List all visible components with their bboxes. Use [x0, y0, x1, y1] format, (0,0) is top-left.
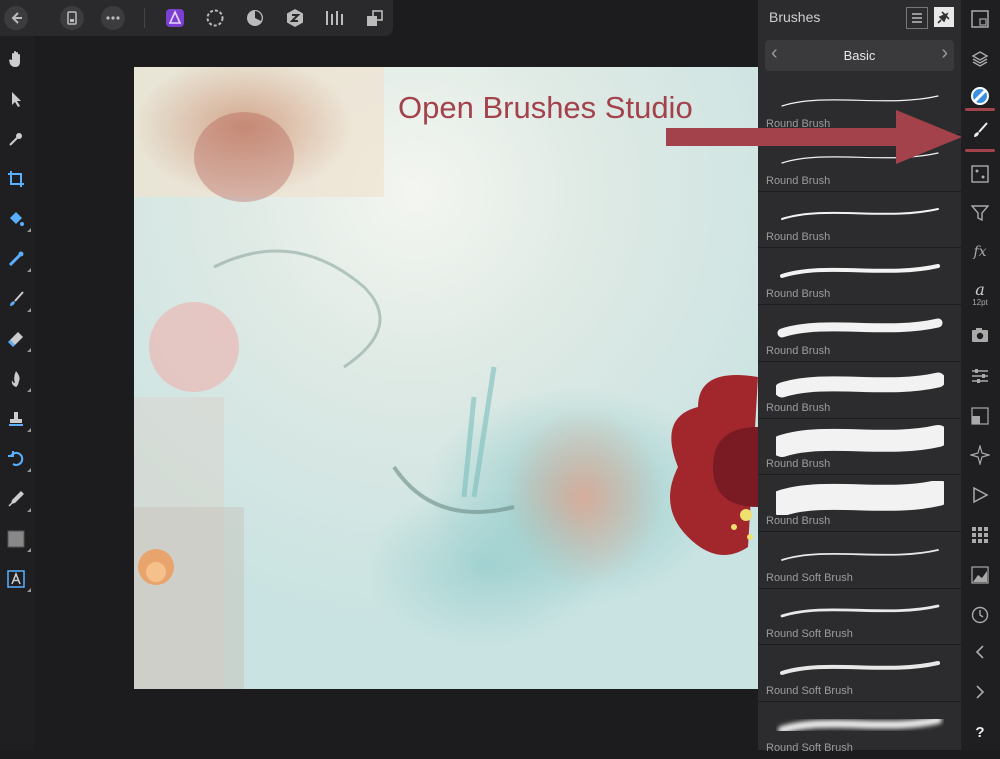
brush-name: Round Soft Brush: [766, 571, 853, 584]
brush-stroke-preview: [780, 604, 940, 618]
brush-item[interactable]: Round Brush: [758, 191, 961, 249]
transform-icon[interactable]: [968, 404, 992, 428]
pen-icon[interactable]: [4, 487, 31, 512]
brush-stroke-preview: [780, 661, 940, 675]
pin-icon[interactable]: [934, 7, 954, 27]
collapse-left-icon[interactable]: [968, 640, 992, 664]
stock-icon[interactable]: [968, 323, 992, 347]
clone-stamp-icon[interactable]: [4, 407, 31, 432]
brush-name: Round Brush: [766, 174, 831, 187]
export-persona-icon[interactable]: [323, 6, 347, 30]
brush-stroke-preview: [776, 372, 944, 397]
document-canvas[interactable]: [134, 67, 758, 689]
crop-icon[interactable]: [4, 167, 28, 191]
character-icon[interactable]: a 12pt: [968, 277, 992, 311]
brush-stroke-preview: [778, 715, 942, 734]
brushes-title: Brushes: [769, 9, 821, 25]
font-size-label: 12pt: [972, 297, 988, 307]
brush-item[interactable]: Round Brush: [758, 305, 961, 362]
brush-item[interactable]: Round Soft Brush: [758, 532, 961, 589]
brush-item[interactable]: Round Soft Brush: [758, 702, 961, 759]
collapse-right-icon[interactable]: [968, 680, 992, 704]
annotation-arrow: [666, 110, 962, 164]
snapping-icon[interactable]: [968, 443, 992, 467]
layers-icon[interactable]: [968, 47, 992, 71]
brush-stroke-preview: [781, 208, 939, 221]
brush-item[interactable]: Round Soft Brush: [758, 645, 961, 702]
adjustments-icon[interactable]: [968, 201, 992, 225]
brush-item[interactable]: Round Soft Brush: [758, 588, 961, 646]
effects-icon[interactable]: fx: [968, 240, 992, 264]
color-icon[interactable]: [968, 84, 992, 108]
rectangle-icon[interactable]: [4, 527, 31, 552]
more-icon[interactable]: [101, 6, 125, 30]
highlight-line-bottom: [965, 149, 995, 152]
help-icon[interactable]: ?: [968, 720, 992, 744]
brush-name: Round Soft Brush: [766, 741, 853, 754]
document-icon[interactable]: [60, 6, 84, 30]
top-toolbar: [0, 0, 393, 36]
annotation-label: Open Brushes Studio: [398, 90, 693, 125]
liquify-persona-icon[interactable]: [203, 6, 227, 30]
back-icon[interactable]: [4, 6, 28, 30]
library-icon[interactable]: [968, 523, 992, 547]
brush-name: Round Brush: [766, 344, 831, 357]
brush-stroke-preview: [776, 425, 944, 458]
list-icon[interactable]: [906, 7, 928, 29]
brush-category-selector[interactable]: ‹ Basic ›: [765, 40, 954, 71]
photo-persona-icon[interactable]: [163, 6, 187, 30]
brush-name: Round Soft Brush: [766, 685, 853, 697]
next-category-icon[interactable]: ›: [941, 42, 948, 65]
develop-persona-icon[interactable]: [243, 6, 267, 30]
arrange-icon[interactable]: [363, 6, 387, 30]
brush-stroke-preview: [777, 318, 943, 338]
brush-stroke-preview: [781, 548, 939, 561]
artwork-image: [134, 67, 758, 689]
burn-brush-icon[interactable]: [4, 367, 31, 392]
brush-name: Round Brush: [766, 401, 831, 414]
history-icon[interactable]: [968, 603, 992, 627]
brush-name: Round Brush: [766, 288, 831, 301]
transform-sliders-icon[interactable]: [968, 364, 992, 388]
channels-icon[interactable]: [968, 162, 992, 186]
brush-item[interactable]: Round Brush: [758, 418, 961, 476]
brush-stroke-preview: [776, 480, 944, 515]
gradient-icon[interactable]: [4, 247, 31, 272]
color-picker-icon[interactable]: [4, 127, 28, 151]
brush-category-label: Basic: [843, 48, 876, 63]
undo-brush-icon[interactable]: [4, 447, 31, 472]
artistic-text-icon[interactable]: [4, 567, 31, 592]
view-hand-icon[interactable]: [4, 47, 28, 71]
macros-icon[interactable]: [968, 483, 992, 507]
tools-panel: [0, 36, 34, 750]
studio-bar: fx a 12pt ?: [961, 0, 1000, 750]
histogram-icon[interactable]: [968, 563, 992, 587]
brush-name: Round Brush: [766, 514, 831, 527]
paint-brush-icon[interactable]: [4, 287, 31, 312]
brush-item[interactable]: Round Brush: [758, 475, 961, 532]
brush-name: Round Brush: [766, 231, 831, 244]
navigator-icon[interactable]: [968, 7, 992, 31]
brushes-studio-icon[interactable]: [968, 118, 992, 142]
brush-name: Round Soft Brush: [766, 628, 853, 641]
brush-item[interactable]: Round Brush: [758, 362, 961, 419]
tone-mapping-persona-icon[interactable]: [283, 6, 307, 30]
brush-name: Round Brush: [766, 458, 831, 471]
highlight-line-top: [965, 108, 995, 111]
brush-stroke-preview: [780, 264, 940, 279]
brush-item[interactable]: Round Brush: [758, 248, 961, 306]
brushes-header: Brushes: [758, 0, 961, 34]
flood-fill-icon[interactable]: [4, 207, 31, 232]
erase-brush-icon[interactable]: [4, 327, 31, 352]
move-pointer-icon[interactable]: [4, 87, 28, 111]
